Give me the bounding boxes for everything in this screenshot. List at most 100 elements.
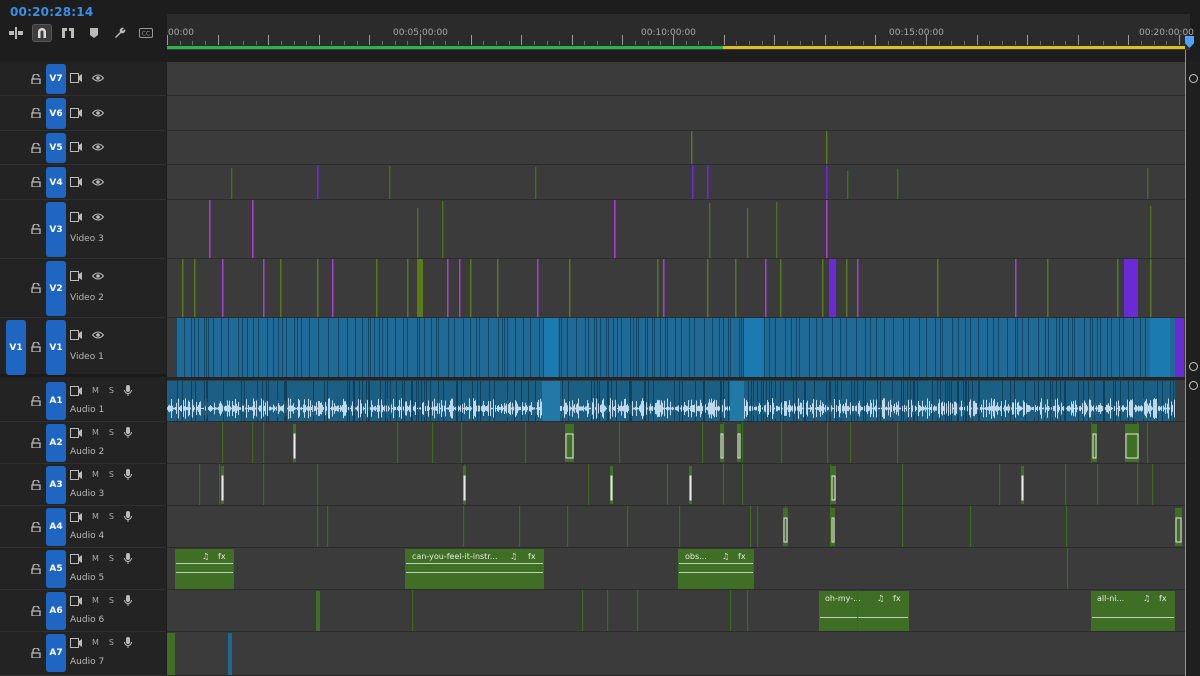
waveform-sample[interactable] xyxy=(342,405,343,412)
waveform-sample[interactable] xyxy=(687,406,688,411)
waveform-sample[interactable] xyxy=(307,406,308,411)
waveform-sample[interactable] xyxy=(706,407,707,410)
waveform-sample[interactable] xyxy=(382,405,383,412)
waveform-sample[interactable] xyxy=(1080,405,1081,412)
clip-sliver[interactable] xyxy=(209,200,211,259)
waveform-sample[interactable] xyxy=(999,407,1000,410)
clip-edge[interactable] xyxy=(438,318,439,377)
clip-edge[interactable] xyxy=(1143,381,1144,421)
clip-edge[interactable] xyxy=(681,318,682,377)
waveform-sample[interactable] xyxy=(686,405,687,412)
clip-edge[interactable] xyxy=(987,318,988,377)
sync-lock-icon[interactable] xyxy=(70,212,82,222)
waveform-sample[interactable] xyxy=(513,406,514,411)
waveform-sample[interactable] xyxy=(320,402,321,415)
sync-lock-icon[interactable] xyxy=(70,177,82,187)
waveform-sample[interactable] xyxy=(409,405,410,412)
waveform-sample[interactable] xyxy=(1053,405,1054,412)
waveform-sample[interactable] xyxy=(267,401,268,416)
waveform-sample[interactable] xyxy=(1043,407,1044,410)
track-target-v4[interactable]: V4 xyxy=(46,167,66,198)
waveform-sample[interactable] xyxy=(534,407,535,410)
waveform-sample[interactable] xyxy=(201,407,202,410)
clip-sliver[interactable] xyxy=(470,259,472,318)
clip-edge[interactable] xyxy=(719,318,720,377)
waveform-sample[interactable] xyxy=(911,399,912,418)
clip-edge[interactable] xyxy=(273,318,274,377)
audio-sliver[interactable] xyxy=(1152,464,1154,506)
waveform-sample[interactable] xyxy=(864,405,865,412)
waveform-sample[interactable] xyxy=(858,402,859,415)
waveform-sample[interactable] xyxy=(1012,402,1013,415)
track-lane-v2[interactable] xyxy=(167,259,1186,318)
clip-edge[interactable] xyxy=(636,318,637,377)
waveform-sample[interactable] xyxy=(620,405,621,412)
waveform-sample[interactable] xyxy=(357,405,358,412)
waveform-sample[interactable] xyxy=(725,406,726,411)
clip-edge[interactable] xyxy=(880,381,881,421)
waveform-sample[interactable] xyxy=(208,407,209,410)
waveform-sample[interactable] xyxy=(1108,403,1109,414)
waveform-sample[interactable] xyxy=(1171,401,1172,416)
clip-edge[interactable] xyxy=(430,381,431,421)
waveform-sample[interactable] xyxy=(239,407,240,410)
waveform-sample[interactable] xyxy=(1121,407,1122,410)
waveform-sample[interactable] xyxy=(334,403,335,414)
waveform-sample[interactable] xyxy=(866,405,867,412)
waveform-sample[interactable] xyxy=(850,402,851,415)
clip-edge[interactable] xyxy=(176,318,177,377)
clip-edge[interactable] xyxy=(1092,318,1093,377)
waveform-sample[interactable] xyxy=(713,401,714,416)
waveform-sample[interactable] xyxy=(205,406,206,411)
waveform-sample[interactable] xyxy=(1093,405,1094,412)
waveform-sample[interactable] xyxy=(639,406,640,411)
clip-edge[interactable] xyxy=(682,381,683,421)
waveform-sample[interactable] xyxy=(790,405,791,412)
waveform-sample[interactable] xyxy=(1140,406,1141,411)
waveform-sample[interactable] xyxy=(529,405,530,412)
waveform-sample[interactable] xyxy=(811,407,812,410)
clip-edge[interactable] xyxy=(390,381,391,421)
clip-edge[interactable] xyxy=(1068,318,1069,377)
waveform-sample[interactable] xyxy=(519,406,520,411)
audio-sliver[interactable] xyxy=(519,506,521,548)
clip-edge[interactable] xyxy=(630,318,631,377)
clip-sliver[interactable] xyxy=(442,201,444,259)
waveform-sample[interactable] xyxy=(747,401,748,416)
clip-edge[interactable] xyxy=(1097,318,1098,377)
clip-edge[interactable] xyxy=(965,318,966,377)
waveform-sample[interactable] xyxy=(325,401,326,416)
waveform-sample[interactable] xyxy=(774,407,775,410)
clip-sliver[interactable] xyxy=(826,165,828,200)
sync-lock-icon[interactable] xyxy=(70,427,82,438)
waveform-sample[interactable] xyxy=(809,407,810,410)
waveform-sample[interactable] xyxy=(600,405,601,412)
waveform-sample[interactable] xyxy=(893,406,894,411)
clip-edge[interactable] xyxy=(521,381,522,421)
waveform-sample[interactable] xyxy=(906,405,907,412)
clip-edge[interactable] xyxy=(909,318,910,377)
waveform-sample[interactable] xyxy=(592,402,593,415)
waveform-sample[interactable] xyxy=(176,403,177,414)
clip-edge[interactable] xyxy=(1002,381,1003,421)
timeline-tracks[interactable]: ♫ fx can-you-feel-it-instr... ♫ fx obs... ♫ fx … xyxy=(167,62,1186,676)
clip-edge[interactable] xyxy=(775,318,776,377)
clip-edge[interactable] xyxy=(278,318,279,377)
clip-edge[interactable] xyxy=(979,381,980,421)
waveform-sample[interactable] xyxy=(602,400,603,417)
waveform-sample[interactable] xyxy=(640,404,641,413)
audio-clip[interactable] xyxy=(542,381,560,421)
clip-edge[interactable] xyxy=(424,318,425,377)
waveform-sample[interactable] xyxy=(634,407,635,410)
mute-button[interactable]: M xyxy=(92,596,99,605)
eye-icon[interactable] xyxy=(92,330,104,340)
waveform-sample[interactable] xyxy=(365,403,366,414)
waveform-sample[interactable] xyxy=(1085,402,1086,415)
sync-lock-icon[interactable] xyxy=(70,511,82,522)
track-lane-a3[interactable] xyxy=(167,464,1186,506)
waveform-sample[interactable] xyxy=(1147,403,1148,414)
clip-edge[interactable] xyxy=(743,318,744,377)
waveform-sample[interactable] xyxy=(860,405,861,412)
waveform-sample[interactable] xyxy=(1067,406,1068,411)
clip-edge[interactable] xyxy=(461,381,462,421)
